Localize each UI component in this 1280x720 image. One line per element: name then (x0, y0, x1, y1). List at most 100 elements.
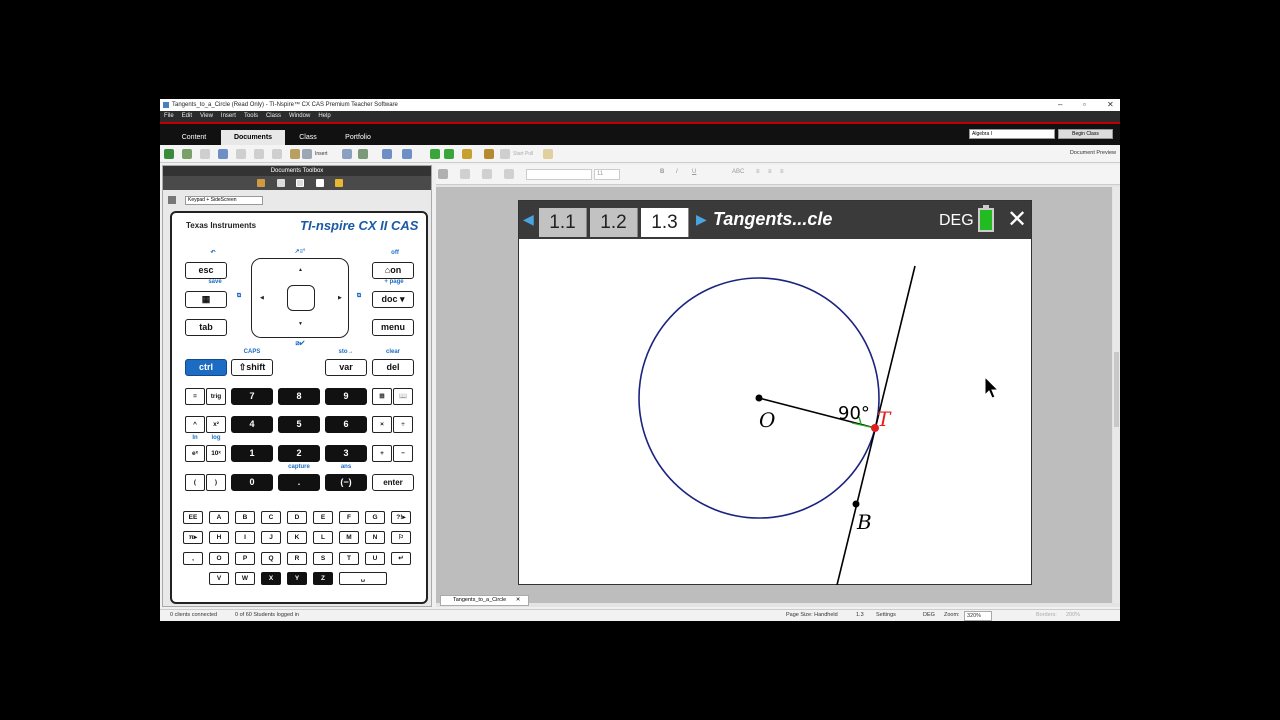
esc-key[interactable]: esc (185, 262, 227, 279)
divide-key[interactable]: ÷ (393, 416, 413, 433)
tab-content[interactable]: Content (168, 130, 220, 145)
alpha-key[interactable]: R (287, 552, 307, 565)
menu-insert[interactable]: Insert (217, 111, 240, 122)
insert-icon[interactable] (302, 149, 312, 159)
new-document-icon[interactable] (164, 149, 174, 159)
x-squared-key[interactable]: x² (206, 416, 226, 433)
alpha-key[interactable]: π▸ (183, 531, 203, 544)
back-arrow-icon[interactable] (430, 149, 440, 159)
panel-close-icon[interactable] (168, 196, 176, 204)
alpha-key[interactable]: E (313, 511, 333, 524)
doc-key[interactable]: doc ▾ (372, 291, 414, 308)
left-paren-key[interactable]: ( (185, 474, 205, 491)
cut-icon[interactable] (254, 149, 264, 159)
alpha-key[interactable]: , (183, 552, 203, 565)
text-color-icon[interactable] (504, 169, 514, 179)
start-poll-label[interactable]: Start Poll (513, 151, 533, 157)
keypad-icon[interactable] (296, 179, 304, 187)
shift-key[interactable]: ⇧shift (231, 359, 273, 376)
plus-key[interactable]: + (372, 445, 392, 462)
six-key[interactable]: 6 (325, 416, 367, 433)
alpha-key[interactable]: J (261, 531, 281, 544)
page-sorter-icon[interactable] (342, 149, 352, 159)
fill-color-icon[interactable] (460, 169, 470, 179)
underline-icon[interactable]: U (692, 169, 696, 180)
eight-key[interactable]: 8 (278, 388, 320, 405)
save-icon[interactable] (200, 149, 210, 159)
tab-key[interactable]: tab (185, 319, 227, 336)
align-left-icon[interactable]: ≡ (756, 169, 760, 180)
subscript-icon[interactable]: ABC (732, 169, 744, 180)
italic-icon[interactable]: I (676, 169, 678, 180)
alpha-key[interactable]: F (339, 511, 359, 524)
close-tab-icon[interactable]: ✕ (516, 597, 521, 603)
quick-poll-icon[interactable] (543, 149, 553, 159)
alpha-key[interactable]: C (261, 511, 281, 524)
content-explorer-icon[interactable] (316, 179, 324, 187)
alpha-key[interactable]: G (365, 511, 385, 524)
alpha-key[interactable]: S (313, 552, 333, 565)
font-size-select[interactable]: 11 (594, 169, 620, 180)
redo-icon[interactable] (236, 149, 246, 159)
page-sorter-icon[interactable] (277, 179, 285, 187)
ctrl-key[interactable]: ctrl (185, 359, 227, 376)
tab-class[interactable]: Class (286, 130, 330, 145)
borders-select[interactable]: 200% (1066, 610, 1080, 621)
ten-power-key[interactable]: 10ˣ (206, 445, 226, 462)
alpha-key[interactable]: V (209, 572, 229, 585)
catalog-key[interactable]: 📖 (393, 388, 413, 405)
close-button[interactable]: ✕ (1107, 99, 1114, 111)
right-paren-key[interactable]: ) (206, 474, 226, 491)
align-center-icon[interactable]: ≡ (768, 169, 772, 180)
minimize-button[interactable]: – (1058, 99, 1062, 111)
line-color-icon[interactable] (482, 169, 492, 179)
alpha-key[interactable]: H (209, 531, 229, 544)
enter-key[interactable]: enter (372, 474, 414, 491)
alpha-key[interactable]: L (313, 531, 333, 544)
negative-key[interactable]: (−) (325, 474, 367, 491)
alpha-key[interactable]: D (287, 511, 307, 524)
zoom-select[interactable]: 320% (964, 611, 993, 621)
menu-edit[interactable]: Edit (178, 111, 196, 122)
layout-icon[interactable] (358, 149, 368, 159)
touchpad[interactable]: ▲ ▼ ◀ ▶ (251, 258, 349, 338)
one-key[interactable]: 1 (231, 445, 273, 462)
tools-icon[interactable] (438, 169, 448, 179)
begin-class-button[interactable]: Begin Class (1058, 129, 1113, 139)
minus-key[interactable]: − (393, 445, 413, 462)
menu-class[interactable]: Class (262, 111, 285, 122)
screen-capture-icon[interactable] (382, 149, 392, 159)
document-tab[interactable]: Tangents_to_a_Circle ✕ (440, 595, 530, 606)
alpha-key[interactable]: I (235, 531, 255, 544)
tools-icon[interactable] (257, 179, 265, 187)
caret-key[interactable]: ^ (185, 416, 205, 433)
on-key[interactable]: ⌂on (372, 262, 414, 279)
forward-arrow-icon[interactable] (444, 149, 454, 159)
insert-menu-label[interactable]: Insert (315, 151, 328, 157)
settings-button[interactable]: Settings (876, 610, 896, 621)
alpha-key[interactable]: U (365, 552, 385, 565)
open-document-icon[interactable] (182, 149, 192, 159)
e-power-key[interactable]: eˣ (185, 445, 205, 462)
page-tab-1-2[interactable]: 1.2 (590, 208, 638, 237)
alpha-key[interactable]: O (209, 552, 229, 565)
portfolio-icon[interactable] (484, 149, 494, 159)
align-right-icon[interactable]: ≡ (780, 169, 784, 180)
page-tab-1-1[interactable]: 1.1 (539, 208, 587, 237)
zero-key[interactable]: 0 (231, 474, 273, 491)
alpha-key[interactable]: A (209, 511, 229, 524)
scroll-thumb[interactable] (1114, 352, 1119, 427)
users-icon[interactable] (462, 149, 472, 159)
nine-key[interactable]: 9 (325, 388, 367, 405)
copy-icon[interactable] (272, 149, 282, 159)
times-key[interactable]: × (372, 416, 392, 433)
scratchpad-key[interactable]: ▦ (185, 291, 227, 308)
alpha-key[interactable]: EE (183, 511, 203, 524)
alpha-key[interactable]: P (235, 552, 255, 565)
previous-page-icon[interactable]: ◀ (523, 211, 534, 228)
class-select[interactable]: Algebra I (969, 129, 1055, 139)
alpha-key[interactable]: N (365, 531, 385, 544)
menu-file[interactable]: File (160, 111, 178, 122)
alpha-key[interactable]: K (287, 531, 307, 544)
menu-window[interactable]: Window (285, 111, 314, 122)
